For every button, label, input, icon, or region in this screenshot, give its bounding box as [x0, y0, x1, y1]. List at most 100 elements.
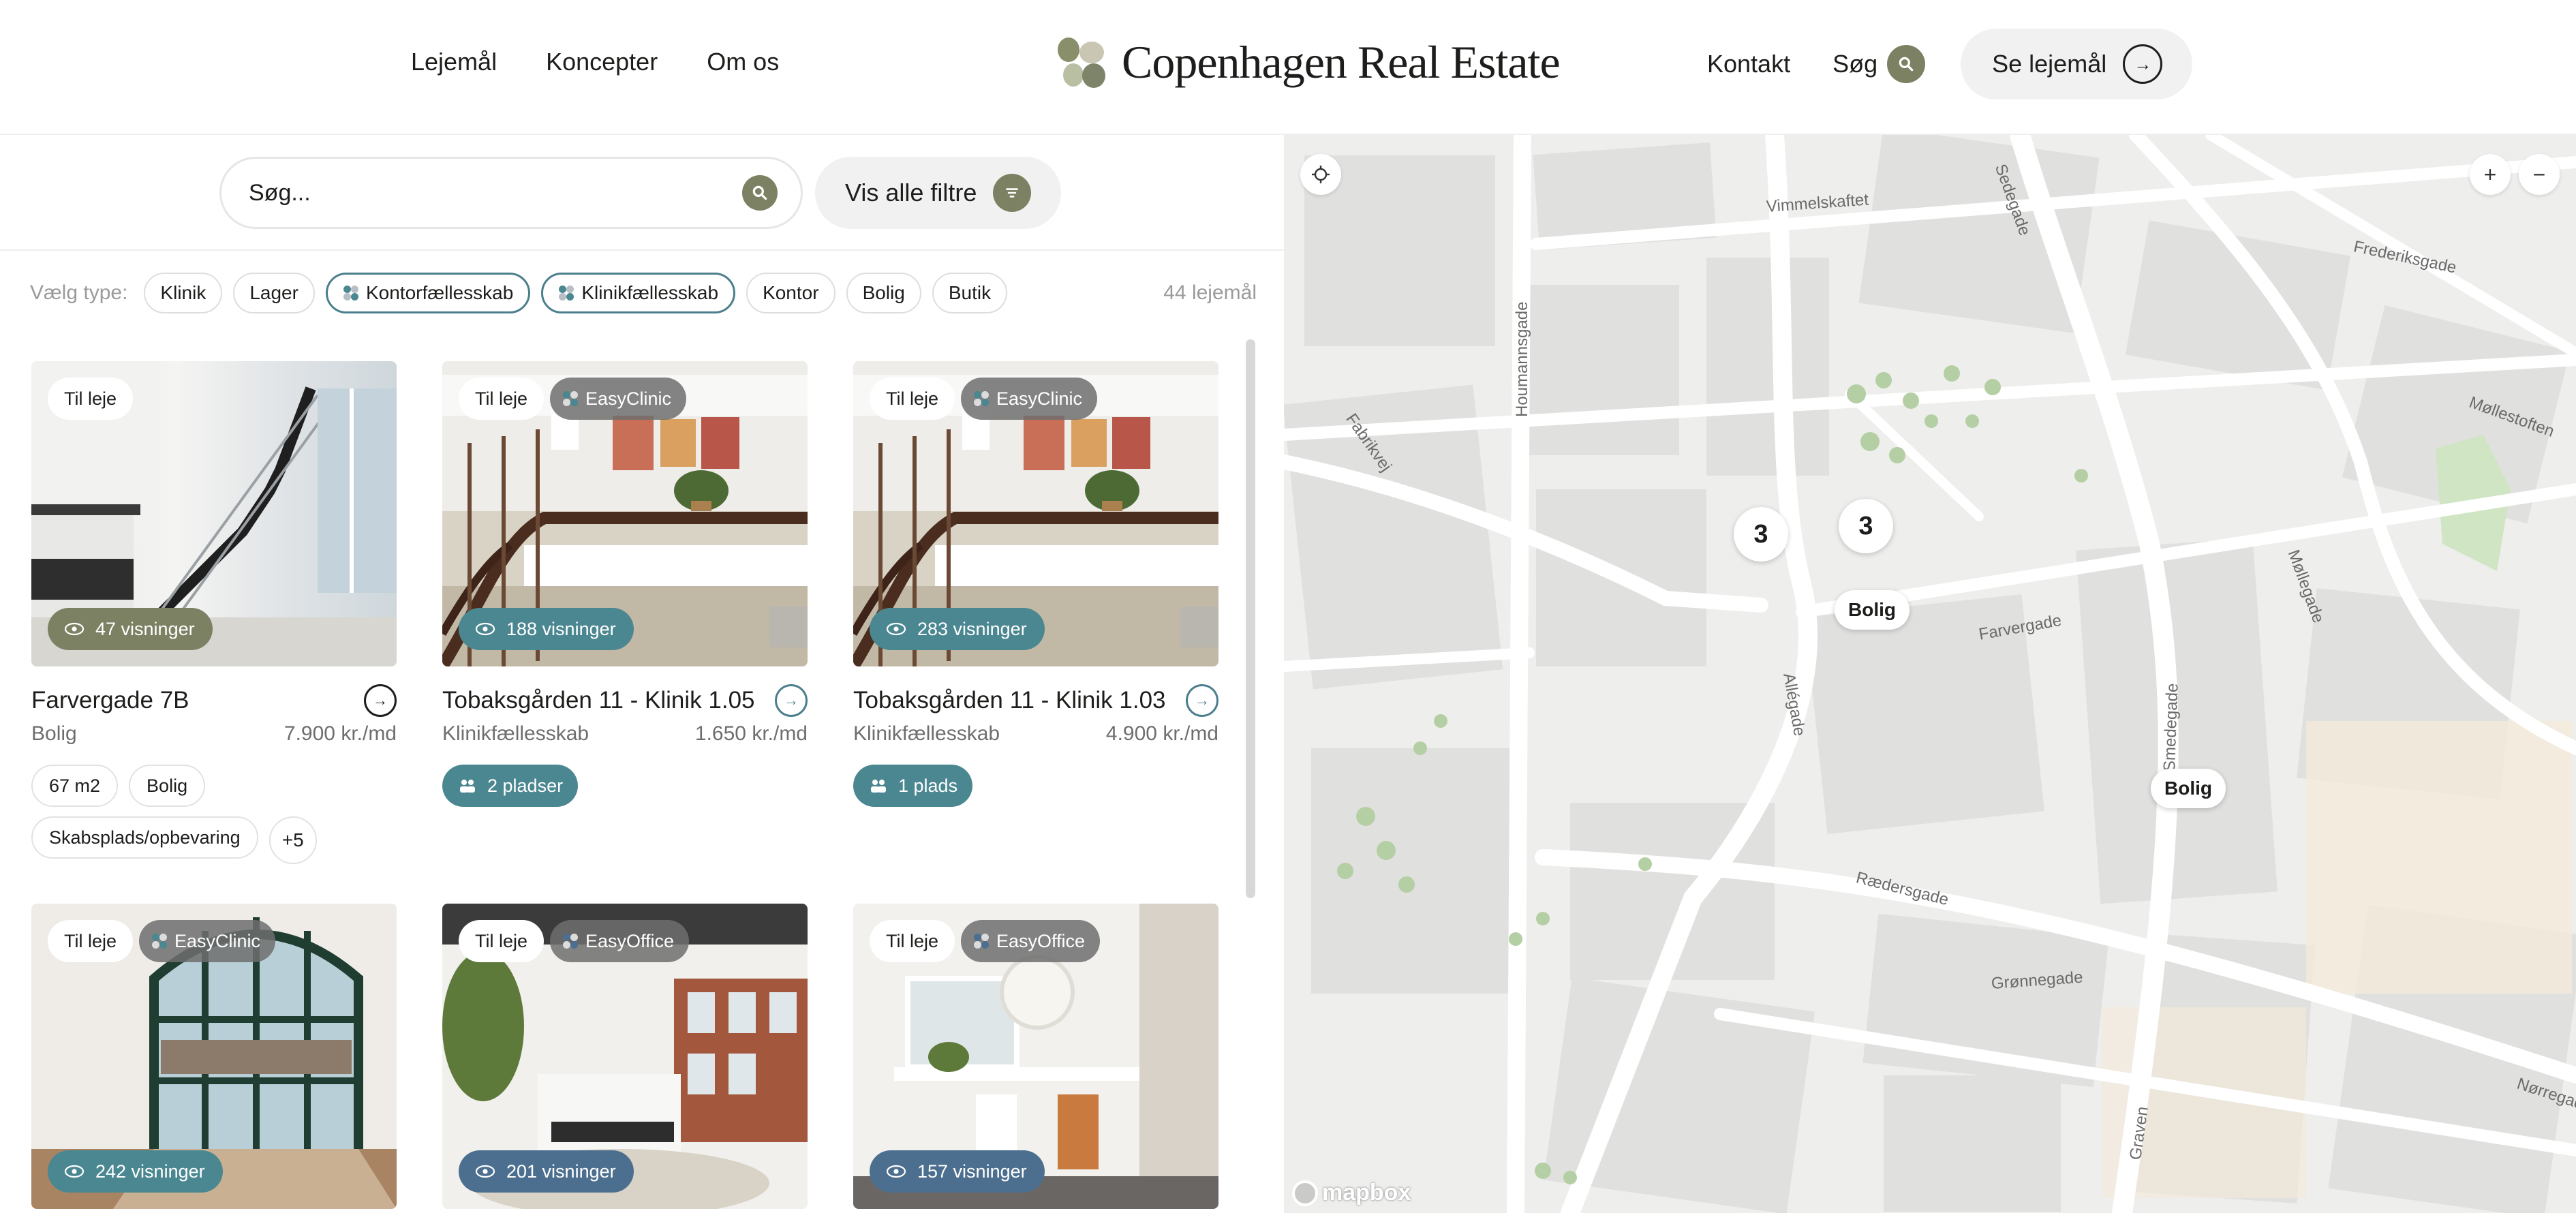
listing-count: 44 lejemål	[1163, 281, 1257, 304]
listing-meta: Bolig 7.900 kr./md	[31, 722, 397, 746]
views-badge: 283 visninger	[870, 608, 1045, 650]
listing-card[interactable]: Til leje EasyOffice 201 visninger	[442, 904, 808, 1209]
arrow-right-icon[interactable]: →	[775, 684, 808, 717]
listing-title[interactable]: Tobaksgården 11 - Klinik 1.05	[442, 687, 755, 714]
type-chip-kontorfaellesskab[interactable]: Kontorfællesskab	[325, 273, 531, 313]
listing-photo[interactable]: Til leje EasyOffice 201 visninger	[442, 904, 808, 1209]
mapbox-logo-icon	[1292, 1180, 1318, 1206]
divider	[0, 249, 1284, 251]
nav-kontakt[interactable]: Kontakt	[1707, 50, 1790, 78]
type-chip-butik[interactable]: Butik	[932, 273, 1008, 313]
views-count: 188 visninger	[506, 618, 616, 639]
more-tags-button[interactable]: +5	[269, 816, 317, 864]
listing-type: Klinikfællesskab	[853, 722, 1000, 745]
filters-label: Vis alle filtre	[845, 179, 977, 206]
search-input[interactable]	[249, 179, 685, 206]
nav-lejemal[interactable]: Lejemål	[411, 48, 497, 76]
map-view[interactable]: + − Vimmelskaftet Frederiksgade Houmanns…	[1284, 135, 2576, 1213]
site-header: Lejemål Koncepter Om os Copenhagen Real …	[0, 0, 2576, 135]
mapbox-label: mapbox	[1322, 1180, 1411, 1206]
easy-logo-icon	[558, 285, 574, 301]
listing-card[interactable]: Til leje EasyClinic 283 visninger Tobaks…	[853, 361, 1218, 807]
views-count: 283 visninger	[917, 618, 1027, 639]
search-icon[interactable]	[742, 175, 778, 211]
eye-icon	[475, 1165, 495, 1178]
type-chip-bolig[interactable]: Bolig	[846, 273, 921, 313]
search-field[interactable]	[219, 157, 803, 229]
status-badge: Til leje	[48, 920, 134, 962]
listings-panel: Vis alle filtre Vælg type: Klinik Lager …	[0, 135, 1284, 1213]
views-badge: 188 visninger	[459, 608, 634, 650]
views-badge: 201 visninger	[459, 1150, 634, 1193]
listing-title-row: Farvergade 7B →	[31, 684, 397, 717]
see-listings-button[interactable]: Se lejemål →	[1961, 29, 2193, 99]
listing-photo[interactable]: Til leje EasyClinic 283 visninger	[853, 361, 1218, 666]
views-count: 242 visninger	[95, 1161, 205, 1182]
map-marker[interactable]: Bolig	[2151, 769, 2226, 808]
listings-scrollbar[interactable]	[1246, 339, 1255, 898]
tag-size: 67 m2	[31, 765, 119, 807]
type-chip-klinikfaellesskab[interactable]: Klinikfællesskab	[541, 273, 736, 313]
status-badge: Til leje	[870, 378, 955, 420]
map-cluster[interactable]: 3	[1839, 499, 1893, 553]
zoom-out-button[interactable]: −	[2519, 154, 2560, 195]
brand-badge: EasyClinic	[139, 920, 276, 962]
mapbox-attribution[interactable]: mapbox	[1292, 1180, 1411, 1206]
nav-om-os[interactable]: Om os	[707, 48, 779, 76]
main-nav: Lejemål Koncepter Om os	[411, 48, 779, 76]
locate-icon[interactable]	[1300, 154, 1341, 195]
map-cluster[interactable]: 3	[1734, 507, 1788, 562]
tag-type: Bolig	[129, 765, 206, 807]
map-canvas[interactable]	[1284, 135, 2576, 1213]
eye-icon	[475, 622, 495, 636]
brand-label: EasyClinic	[585, 388, 672, 409]
type-chip-klinik[interactable]: Klinik	[144, 273, 223, 313]
listing-title-row: Tobaksgården 11 - Klinik 1.05 →	[442, 684, 808, 717]
listing-photo[interactable]: Til leje EasyOffice 157 visninger	[853, 904, 1218, 1209]
listing-card[interactable]: Til leje EasyOffice 157 visninger	[853, 904, 1218, 1209]
brand-label: EasyClinic	[174, 930, 261, 951]
listing-card[interactable]: Til leje EasyClinic 188 visninger Tobaks…	[442, 361, 808, 807]
seats-label: 2 pladser	[487, 775, 564, 796]
search-row: Vis alle filtre	[219, 157, 1062, 229]
listing-title[interactable]: Farvergade 7B	[31, 687, 189, 714]
street-label: Smedegade	[2160, 683, 2182, 772]
header-actions: Kontakt Søg Se lejemål →	[1707, 29, 2193, 99]
people-icon	[871, 780, 886, 793]
listing-card[interactable]: Til leje 47 visninger Farvergade 7B → Bo…	[31, 361, 397, 864]
type-chip-lager[interactable]: Lager	[233, 273, 315, 313]
seats-label: 1 plads	[898, 775, 958, 796]
search-icon	[1887, 45, 1926, 83]
arrow-right-icon[interactable]: →	[1186, 684, 1218, 717]
easy-logo-icon	[973, 390, 990, 407]
type-label: Vælg type:	[30, 281, 128, 304]
show-all-filters-button[interactable]: Vis alle filtre	[815, 157, 1062, 229]
listing-title[interactable]: Tobaksgården 11 - Klinik 1.03	[853, 687, 1166, 714]
listing-photo[interactable]: Til leje 47 visninger	[31, 361, 397, 666]
type-chip-kontor[interactable]: Kontor	[746, 273, 835, 313]
easy-logo-icon	[562, 933, 579, 949]
seats-badge: 1 plads	[853, 765, 973, 807]
filter-icon	[993, 174, 1032, 212]
brand-label: EasyClinic	[996, 388, 1083, 409]
listing-type: Bolig	[31, 722, 77, 745]
status-badge: Til leje	[459, 920, 545, 962]
listing-photo[interactable]: Til leje EasyClinic 188 visninger	[442, 361, 808, 666]
views-count: 47 visninger	[95, 618, 195, 639]
eye-icon	[64, 622, 85, 636]
arrow-right-icon[interactable]: →	[364, 684, 397, 717]
nav-koncepter[interactable]: Koncepter	[546, 48, 658, 76]
views-badge: 47 visninger	[48, 608, 213, 650]
listing-card[interactable]: Til leje EasyClinic 242 visninger	[31, 904, 397, 1209]
zoom-in-button[interactable]: +	[2470, 154, 2511, 195]
logo-text: Copenhagen Real Estate	[1122, 36, 1561, 88]
site-logo[interactable]: Copenhagen Real Estate	[1056, 35, 1561, 89]
brand-label: EasyOffice	[585, 930, 675, 951]
easy-logo-icon	[973, 933, 990, 949]
listing-tags: 67 m2 Bolig Skabsplads/opbevaring +5	[31, 765, 397, 864]
header-search-button[interactable]: Søg	[1833, 45, 1926, 83]
eye-icon	[886, 1165, 906, 1178]
map-marker[interactable]: Bolig	[1835, 590, 1910, 630]
status-badge: Til leje	[870, 920, 955, 962]
listing-photo[interactable]: Til leje EasyClinic 242 visninger	[31, 904, 397, 1209]
